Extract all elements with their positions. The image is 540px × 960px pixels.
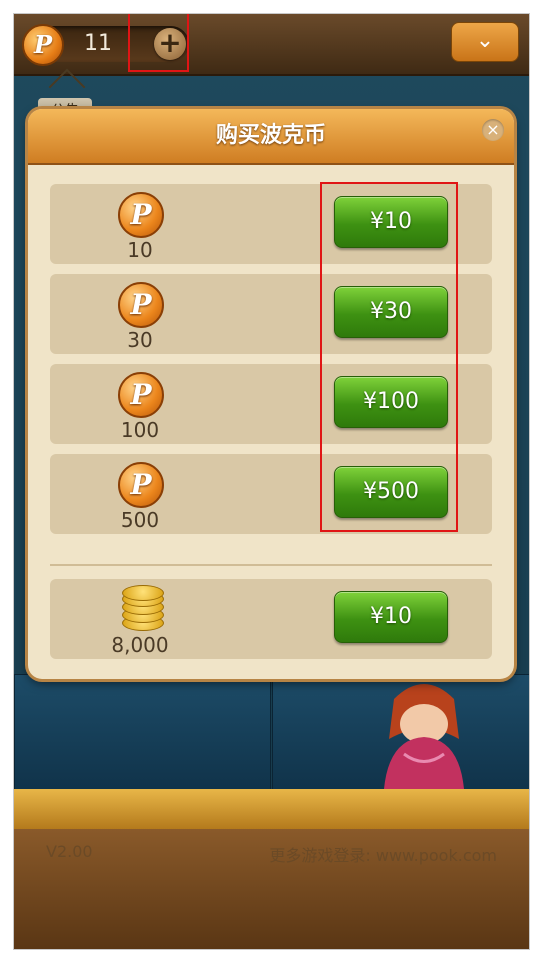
package-amount: 10 [127, 238, 153, 262]
dropdown-menu-button[interactable]: ⌄ [451, 22, 519, 62]
package-amount: 500 [120, 508, 160, 532]
version-label: V2.00 [46, 842, 93, 861]
divider [50, 564, 492, 566]
p-coin-icon: P [118, 372, 164, 418]
coin-count: 11 [84, 31, 112, 56]
package-amount: 8,000 [111, 633, 169, 657]
dialog-header: 购买波克币 × [28, 109, 514, 165]
highlight-box-add-button [128, 14, 189, 72]
p-coin-icon: P [118, 462, 164, 508]
top-bar: P 11 + ⌄ [14, 14, 529, 76]
buy-button[interactable]: ¥10 [334, 591, 448, 643]
package-amount: 100 [120, 418, 160, 442]
close-button[interactable]: × [482, 119, 504, 141]
more-games-link[interactable]: 更多游戏登录: www.pook.com [269, 842, 497, 866]
package-amount: 30 [127, 328, 153, 352]
highlight-box-price-buttons [320, 182, 458, 532]
gold-coins-icon [122, 585, 164, 631]
chevron-down-icon: ⌄ [475, 28, 495, 53]
p-coin-icon: P [118, 192, 164, 238]
p-coin-icon: P [22, 24, 64, 66]
dialog-title: 购买波克币 [215, 123, 326, 148]
cabinet-left [14, 674, 271, 791]
counter-top [14, 789, 529, 829]
p-coin-icon: P [118, 282, 164, 328]
hostess-character [384, 684, 464, 789]
gold-package-row: 8,000 ¥10 [50, 579, 492, 659]
